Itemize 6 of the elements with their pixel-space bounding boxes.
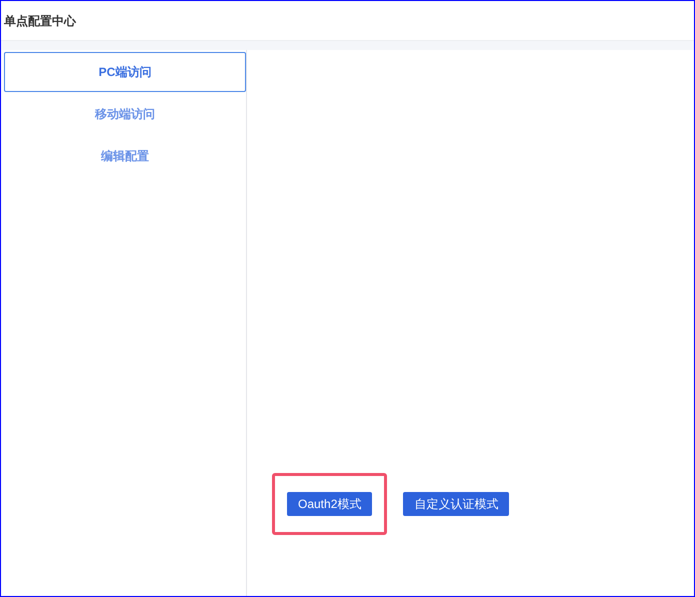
page-title: 单点配置中心 [4,12,76,30]
sidebar-item[interactable]: 移动端访问 [4,94,246,134]
mode-button[interactable]: 自定义认证模式 [403,492,510,516]
sidebar-item[interactable]: PC端访问 [4,52,246,92]
sidebar-item[interactable]: 编辑配置 [4,136,246,176]
mode-button[interactable]: Oauth2模式 [287,492,372,516]
